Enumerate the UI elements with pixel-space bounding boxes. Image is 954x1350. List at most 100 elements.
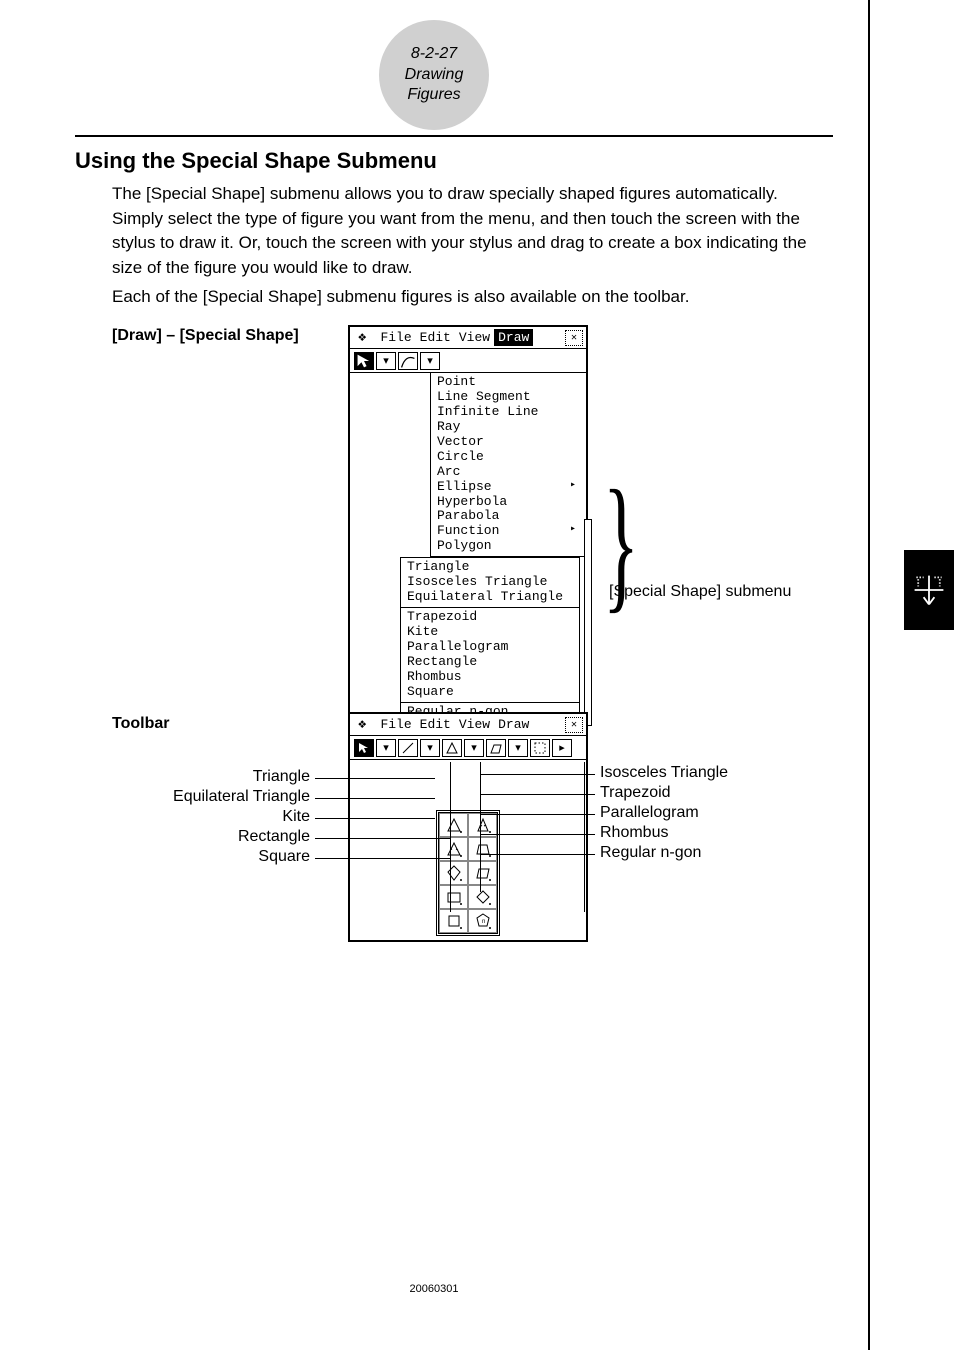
polygon-tool-icon[interactable] [486,739,506,757]
triangle-tool-icon[interactable] [442,739,462,757]
palette-square-icon[interactable] [439,909,468,933]
scrollbar[interactable] [584,519,592,726]
menu-item[interactable]: Hyperbola [437,495,580,510]
palette-parallelogram-icon[interactable] [468,861,497,885]
page: 8-2-27 Drawing Figures Using the Special… [0,0,870,1350]
menu-file[interactable]: File [376,716,415,733]
palette-trapezoid-icon[interactable] [468,837,497,861]
palette-rhombus-icon[interactable] [468,885,497,909]
body-text: The [Special Shape] submenu allows you t… [112,182,823,313]
menu-item[interactable]: Kite [407,625,573,640]
callout-line [315,778,435,779]
callout-line [480,814,595,815]
menu-item[interactable]: Rhombus [407,670,573,685]
menu-item[interactable]: Arc [437,465,580,480]
paragraph-2: Each of the [Special Shape] submenu figu… [112,285,823,310]
menu-file[interactable]: File [376,329,415,346]
line-tool-icon[interactable] [398,352,418,370]
menu-item[interactable]: Infinite Line [437,405,580,420]
close-icon[interactable]: ✕ [565,717,583,733]
menu-item[interactable]: Point [437,375,580,390]
callout-rectangle: Rectangle [238,828,310,846]
select-tool-icon[interactable] [354,352,374,370]
special-shape-submenu: Triangle Isosceles Triangle Equilateral … [400,557,580,721]
app-icon[interactable]: ❖ [354,715,370,734]
menu-item[interactable]: Parabola [437,509,580,524]
callout-line [315,798,435,799]
menu-item[interactable]: Line Segment [437,390,580,405]
palette-kite-icon[interactable] [439,861,468,885]
label-draw-special-shape: [Draw] – [Special Shape] [112,327,299,345]
menu-item[interactable]: Trapezoid [407,610,573,625]
callout-square: Square [258,848,310,866]
guide-line [450,762,451,912]
menu-item[interactable]: Isosceles Triangle [407,575,573,590]
palette-triangle-icon[interactable] [439,813,468,837]
menu-list-1: Point Line Segment Infinite Line Ray Vec… [431,373,586,556]
palette-regular-ngon-icon[interactable]: n [468,909,497,933]
palette-rectangle-icon[interactable] [439,885,468,909]
submenu-label: [Special Shape] submenu [609,583,791,601]
dropdown-icon[interactable]: ▾ [420,352,440,370]
menu-item[interactable]: Ray [437,420,580,435]
callout-line [480,854,595,855]
dropdown-icon[interactable]: ▾ [376,739,396,757]
toolbar-row: ▾ ▾ [350,349,586,373]
close-icon[interactable]: ✕ [565,330,583,346]
calc-screenshot-toolbar: ❖ File Edit View Draw ✕ ▾ ▾ ▾ ▾ ▸ [348,712,588,942]
callout-equilateral-triangle: Equilateral Triangle [173,788,310,806]
menu-edit[interactable]: Edit [416,716,455,733]
callout-line [480,834,595,835]
toolbar-row: ▾ ▾ ▾ ▾ ▸ [350,736,586,760]
footer-date: 20060301 [0,1283,868,1295]
menu-item[interactable]: Circle [437,450,580,465]
grid-icon[interactable] [530,739,550,757]
callout-line [480,774,595,775]
menu-view[interactable]: View [455,329,494,346]
line-tool-icon[interactable] [398,739,418,757]
draw-menu-main: Point Line Segment Infinite Line Ray Vec… [430,373,586,557]
app-icon[interactable]: ❖ [354,328,370,347]
dropdown-icon[interactable]: ▾ [376,352,396,370]
shape-palette: n [436,810,500,936]
callout-trapezoid: Trapezoid [600,784,671,802]
page-number: 8-2-27 [411,44,457,65]
callout-rhombus: Rhombus [600,824,668,842]
callout-regular-ngon: Regular n-gon [600,844,701,862]
menubar: ❖ File Edit View Draw ✕ [350,714,586,736]
menu-draw[interactable]: Draw [494,716,533,733]
callout-line [315,838,450,839]
menu-item[interactable]: Square [407,685,573,700]
section-name: Drawing Figures [379,65,489,107]
menu-item-function[interactable]: Function [437,524,580,539]
menu-item[interactable]: Parallelogram [407,640,573,655]
label-toolbar: Toolbar [112,715,169,733]
page-title: Using the Special Shape Submenu [75,148,437,174]
menubar: ❖ File Edit View Draw ✕ [350,327,586,349]
callout-line [480,794,595,795]
dropdown-icon[interactable]: ▾ [508,739,528,757]
menu-item[interactable]: Triangle [407,560,573,575]
callout-line [315,858,450,859]
select-tool-icon[interactable] [354,739,374,757]
dropdown-icon[interactable]: ▾ [420,739,440,757]
menu-view[interactable]: View [455,716,494,733]
callout-kite: Kite [282,808,310,826]
menu-draw[interactable]: Draw [494,329,533,346]
menu-item[interactable]: Rectangle [407,655,573,670]
menu-item[interactable]: Vector [437,435,580,450]
arrow-right-icon[interactable]: ▸ [552,739,572,757]
menu-item-ellipse[interactable]: Ellipse [437,480,580,495]
dropdown-icon[interactable]: ▾ [464,739,484,757]
menu-item[interactable]: Equilateral Triangle [407,590,573,605]
geometry-icon [911,572,947,608]
guide-line [584,762,585,912]
callout-triangle: Triangle [253,768,310,786]
menu-edit[interactable]: Edit [416,329,455,346]
menu-item[interactable]: Polygon [437,539,580,554]
work-area: n [350,760,586,940]
paragraph-1: The [Special Shape] submenu allows you t… [112,182,823,281]
callout-line [315,818,435,819]
toolbar-figure: ❖ File Edit View Draw ✕ ▾ ▾ ▾ ▾ ▸ [180,712,790,912]
callout-isosceles-triangle: Isosceles Triangle [600,764,728,782]
